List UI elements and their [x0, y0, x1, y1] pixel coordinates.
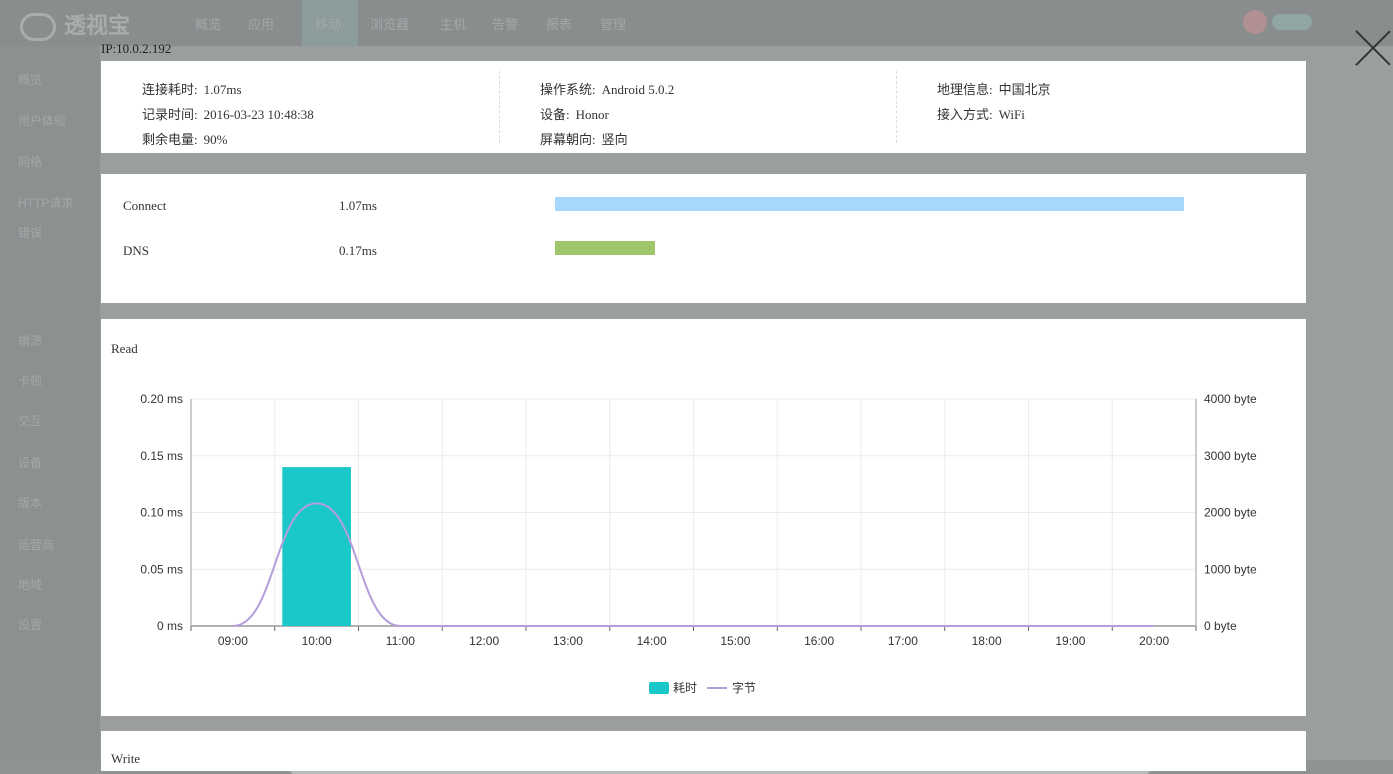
timing-name-dns: DNS: [123, 243, 150, 258]
background-sidebar-item: 设置: [18, 618, 43, 632]
write-chart-panel: Write: [101, 731, 1306, 771]
info-column-network: 地理信息: 中国北京 接入方式: WiFi: [937, 77, 1051, 127]
x-tick-label: 20:00: [1139, 634, 1169, 648]
timing-bar-connect: [555, 197, 1184, 211]
background-sidebar-item: 用户体验: [18, 114, 67, 128]
timing-value-connect: 1.07ms: [339, 198, 377, 213]
background-sidebar-item: 运营商: [18, 538, 55, 552]
y-right-tick-label: 3000 byte: [1204, 449, 1257, 463]
bar: [282, 467, 351, 626]
y-right-tick-label: 0 byte: [1204, 619, 1237, 633]
background-app-name: 透视宝: [64, 13, 131, 38]
info-column-connection: 连接耗时: 1.07ms 记录时间: 2016-03-23 10:48:38 剩余电…: [142, 77, 314, 152]
background-sidebar-item: HTTP请求: [18, 196, 74, 210]
timing-bar-dns: [555, 241, 655, 255]
info-row-access: 接入方式: WiFi: [937, 102, 1051, 127]
y-right-tick-label: 1000 byte: [1204, 562, 1257, 576]
device-info-panel: 连接耗时: 1.07ms 记录时间: 2016-03-23 10:48:38 剩余电…: [101, 61, 1306, 153]
y-left-tick-label: 0.10 ms: [140, 506, 183, 520]
y-right-tick-label: 2000 byte: [1204, 506, 1257, 520]
timing-name-connect: Connect: [123, 198, 167, 213]
background-sidebar-item: 设备: [18, 456, 43, 470]
legend-label: 字节: [732, 680, 756, 695]
info-row-device: 设备: Honor: [540, 102, 674, 127]
background-sidebar-item: 交互: [18, 414, 43, 428]
info-label: 操作系统:: [540, 82, 596, 97]
read-chart: 0 ms 0.05 ms 0.10 ms 0.15 ms 0.20 ms 0 byte 10…: [140, 392, 1257, 695]
timing-value-dns: 0.17ms: [339, 243, 377, 258]
info-value: 竖向: [601, 132, 628, 147]
y-left-tick-label: 0.20 ms: [140, 392, 183, 406]
info-value: 中国北京: [998, 82, 1051, 97]
x-tick-label: 11:00: [386, 634, 415, 648]
info-divider: [896, 71, 897, 143]
info-label: 屏幕朝向:: [540, 132, 596, 147]
legend-label: 耗时: [673, 681, 697, 695]
info-row-os: 操作系统: Android 5.0.2: [540, 77, 674, 102]
background-sidebar-item: 错误: [18, 226, 43, 240]
background-sidebar-item: 网络: [18, 155, 43, 169]
background-nav-item: 告警: [492, 17, 519, 32]
background-nav-item: 应用: [248, 17, 275, 32]
info-row-connect-time: 连接耗时: 1.07ms: [142, 77, 314, 102]
background-nav-item: 报表: [546, 17, 573, 32]
info-row-orientation: 屏幕朝向: 竖向: [540, 127, 674, 152]
info-divider: [499, 71, 500, 143]
info-row-record-time: 记录时间: 2016-03-23 10:48:38: [142, 102, 314, 127]
background-sidebar-item: 概览: [18, 73, 43, 87]
y-left-tick-label: 0.05 ms: [140, 562, 183, 576]
read-chart-panel: Read 0 ms 0.05 ms 0.10 ms 0.15 ms 0.20 ms 0 b…: [101, 319, 1306, 716]
background-sidebar: 概览 用户体验 网络 HTTP请求 错误 崩溃 卡顿 交互 设备 版本 运营商 …: [0, 46, 100, 760]
x-tick-label: 16:00: [804, 634, 834, 648]
info-value: WiFi: [998, 107, 1025, 122]
x-tick-label: 10:00: [302, 634, 332, 648]
y-left-tick-label: 0.15 ms: [140, 449, 183, 463]
x-tick-label: 18:00: [972, 634, 1002, 648]
close-button[interactable]: [1355, 30, 1391, 66]
background-nav-item: 移动: [315, 17, 342, 32]
background-user-badge: [1272, 14, 1312, 30]
x-tick-label: 17:00: [888, 634, 918, 648]
info-column-device: 操作系统: Android 5.0.2 设备: Honor 屏幕朝向: 竖向: [540, 77, 674, 152]
info-label: 接入方式:: [937, 107, 993, 122]
y-right-tick-label: 4000 byte: [1204, 392, 1257, 406]
y-left-tick-label: 0 ms: [157, 619, 183, 633]
avatar: [1243, 10, 1267, 34]
background-sidebar-item: 卡顿: [18, 374, 43, 388]
background-nav-item: 主机: [440, 17, 467, 32]
info-row-geo: 地理信息: 中国北京: [937, 77, 1051, 102]
info-label: 设备:: [540, 107, 570, 122]
info-value: Honor: [575, 107, 609, 122]
ip-label: IP:10.0.2.192: [101, 41, 172, 56]
info-value: 2016-03-23 10:48:38: [203, 107, 314, 122]
timing-panel: Connect 1.07ms DNS 0.17ms: [101, 174, 1306, 303]
x-tick-label: 15:00: [720, 634, 750, 648]
info-label: 连接耗时:: [142, 82, 198, 97]
x-tick-label: 19:00: [1055, 634, 1085, 648]
info-value: 1.07ms: [203, 82, 242, 97]
background-sidebar-item: 崩溃: [18, 334, 43, 348]
info-label: 剩余电量:: [142, 132, 198, 147]
background-nav-item: 概览: [195, 17, 222, 32]
background-sidebar-item: 地域: [18, 578, 43, 592]
background-logo: 透视宝: [20, 8, 131, 42]
x-tick-label: 14:00: [637, 634, 667, 648]
x-tick-label: 09:00: [218, 634, 248, 648]
info-value: 90%: [203, 132, 228, 147]
info-label: 记录时间:: [142, 107, 198, 122]
x-tick-label: 12:00: [469, 634, 499, 648]
legend-swatch-bar: [649, 682, 669, 694]
info-value: Android 5.0.2: [601, 82, 675, 97]
info-row-battery: 剩余电量: 90%: [142, 127, 314, 152]
background-nav-item: 管理: [600, 17, 627, 32]
info-label: 地理信息:: [937, 82, 993, 97]
cloud-icon: [20, 13, 56, 42]
background-nav-item: 浏览器: [370, 17, 410, 32]
write-chart-title: Write: [111, 751, 141, 766]
background-sidebar-item: 版本: [18, 496, 43, 510]
x-tick-label: 13:00: [553, 634, 583, 648]
